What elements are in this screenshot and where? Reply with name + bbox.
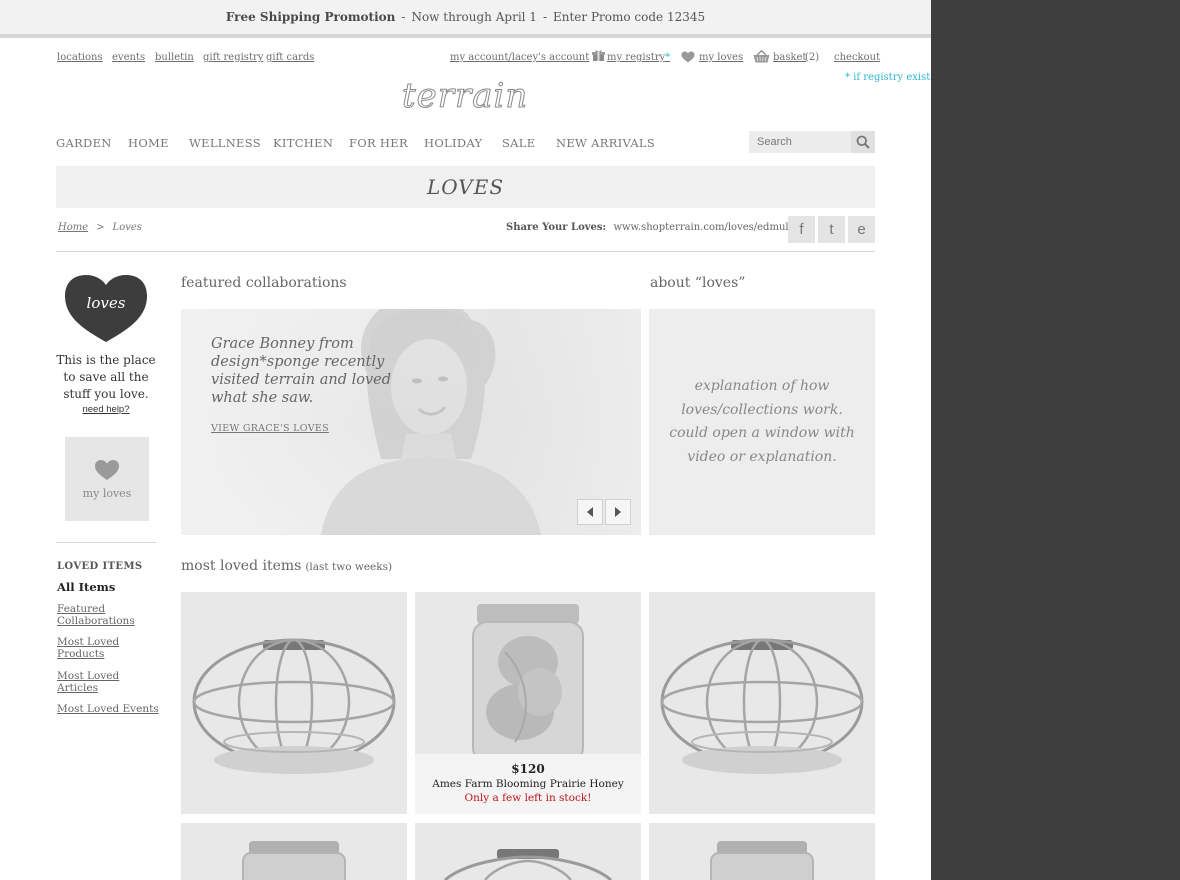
about-loves-panel: explanation of how loves/collections wor… (649, 309, 875, 535)
jar-image (710, 841, 814, 880)
promo-dates: Now through April 1 (411, 10, 537, 24)
nav-garden[interactable]: GARDEN (56, 136, 112, 150)
email-share-button[interactable]: e (848, 216, 875, 243)
product-tile[interactable] (181, 592, 407, 814)
sidebar-item-featured-collaborations[interactable]: Featured Collaborations (57, 603, 162, 627)
util-link-locations[interactable]: locations (57, 52, 103, 63)
promo-title: Free Shipping Promotion (225, 10, 396, 24)
share-loves: Share Your Loves: www.shopterrain.com/lo… (506, 222, 804, 233)
breadcrumb-home[interactable]: Home (58, 222, 88, 233)
sidebar-item-most-loved-articles[interactable]: Most Loved Articles (57, 670, 162, 694)
util-link-bulletin[interactable]: bulletin (155, 52, 194, 63)
product-tile[interactable]: $120 Ames Farm Blooming Prairie Honey On… (415, 592, 641, 814)
product-tile[interactable] (649, 823, 875, 880)
wire-lantern-image (192, 638, 396, 774)
jar-image (242, 841, 346, 880)
most-loved-heading: most loved items (181, 558, 302, 574)
breadcrumb-separator: > (96, 222, 105, 233)
most-loved-subtitle: (last two weeks) (305, 561, 393, 573)
featured-carousel: Grace Bonney from design*sponge recently… (181, 309, 641, 535)
need-help-link[interactable]: need help? (56, 404, 156, 415)
loves-heart-badge: loves (63, 274, 149, 344)
util-link-events[interactable]: events (112, 52, 145, 63)
nav-sale[interactable]: SALE (502, 136, 535, 150)
twitter-share-button[interactable]: t (818, 216, 845, 243)
search-input[interactable] (749, 131, 851, 153)
registry-note: * if registry exists (845, 72, 931, 83)
promo-code: Enter Promo code 12345 (553, 10, 706, 24)
breadcrumb-current: Loves (112, 222, 142, 233)
featured-collaborations-title: featured collaborations (181, 275, 347, 291)
nav-home[interactable]: HOME (128, 136, 169, 150)
search-button[interactable] (851, 131, 875, 153)
arrow-right-icon (615, 507, 621, 517)
wire-lantern-image (660, 638, 864, 774)
heart-icon (95, 460, 119, 480)
sidebar-item-most-loved-events[interactable]: Most Loved Events (57, 703, 162, 715)
page-title: LOVES (426, 175, 505, 199)
promo-separator: - (542, 10, 547, 24)
carousel-next-button[interactable] (605, 499, 631, 525)
product-tile[interactable] (415, 823, 641, 880)
promo-separator: - (401, 10, 406, 24)
nav-wellness[interactable]: WELLNESS (189, 136, 261, 150)
my-registry-link[interactable]: my registry* (607, 52, 670, 63)
right-panel (931, 0, 1180, 880)
page: Free Shipping Promotion - Now through Ap… (0, 0, 931, 880)
basket-count: (2) (805, 52, 820, 63)
badge-label: loves (86, 294, 126, 312)
honey-jar-image (472, 604, 584, 754)
loved-items-heading: LOVED ITEMS (57, 561, 143, 572)
gift-icon (592, 50, 605, 62)
share-url[interactable]: www.shopterrain.com/loves/edmullen (613, 222, 804, 233)
promo-bar: Free Shipping Promotion - Now through Ap… (0, 0, 931, 38)
featured-quote: Grace Bonney from design*sponge recently… (211, 336, 392, 406)
sidebar-item-all-items[interactable]: All Items (57, 580, 115, 594)
divider (56, 251, 875, 252)
checkout-link[interactable]: checkout (834, 52, 880, 63)
product-info: $120 Ames Farm Blooming Prairie Honey On… (415, 754, 641, 814)
heart-icon (681, 51, 695, 63)
breadcrumb: Home > Loves (58, 222, 142, 233)
product-tile[interactable] (181, 823, 407, 880)
arrow-left-icon (587, 507, 593, 517)
carousel-prev-button[interactable] (577, 499, 603, 525)
about-loves-title: about “loves” (650, 275, 746, 291)
my-loves-link[interactable]: my loves (699, 52, 743, 63)
util-link-gift-cards[interactable]: gift cards (266, 52, 314, 63)
registry-asterisk: * (665, 52, 671, 63)
sidebar-item-most-loved-products[interactable]: Most Loved Products (57, 636, 162, 660)
nav-new-arrivals[interactable]: NEW ARRIVALS (556, 136, 655, 150)
my-loves-button[interactable]: my loves (65, 437, 149, 521)
loves-intro-text: This is the place to save all the stuff … (56, 353, 156, 401)
my-registry-label: my registry (607, 52, 666, 63)
facebook-share-button[interactable]: f (788, 216, 815, 243)
util-link-gift-registry[interactable]: gift registry (203, 52, 263, 63)
view-graces-loves-link[interactable]: VIEW GRACE'S LOVES (211, 423, 329, 434)
about-loves-text: explanation of how loves/collections wor… (669, 378, 855, 465)
nav-holiday[interactable]: HOLIDAY (424, 136, 482, 150)
page-title-banner: LOVES (56, 166, 875, 208)
my-loves-label: my loves (82, 487, 132, 500)
most-loved-items-title: most loved items (last two weeks) (181, 558, 392, 574)
terrain-logo[interactable]: terrain (401, 76, 528, 117)
share-label: Share Your Loves: (506, 222, 607, 233)
product-name[interactable]: Ames Farm Blooming Prairie Honey (415, 778, 641, 790)
nav-for-her[interactable]: FOR HER (349, 136, 408, 150)
product-tile[interactable] (649, 592, 875, 814)
nav-kitchen[interactable]: KITCHEN (273, 136, 333, 150)
wire-lantern-image (444, 849, 612, 880)
search-icon (856, 135, 870, 149)
basket-link[interactable]: basket (773, 52, 807, 63)
product-price: $120 (511, 762, 545, 776)
my-account-link[interactable]: my account/lacey's account (450, 52, 589, 63)
stock-warning: Only a few left in stock! (464, 792, 592, 804)
divider (56, 542, 156, 543)
basket-icon (753, 50, 770, 63)
